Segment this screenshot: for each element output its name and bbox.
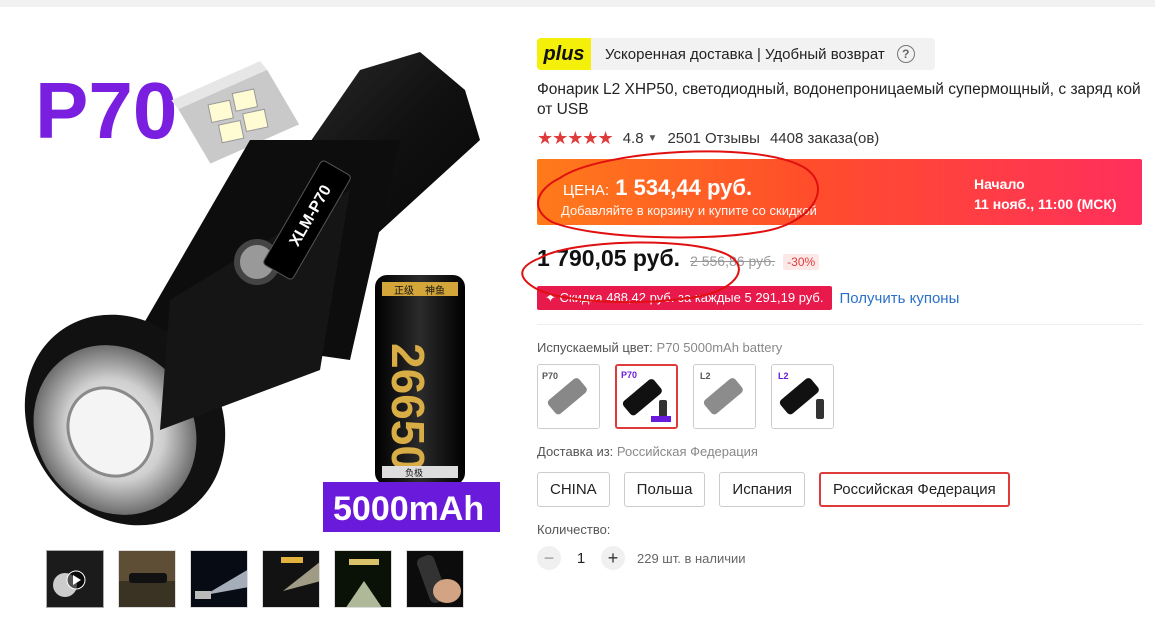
ship-option-china[interactable]: CHINA [537,472,610,507]
promo-start-date: 11 нояб., 11:00 (МСК) [974,196,1117,212]
promo-start-label: Начало [974,176,1025,192]
thumb-video[interactable] [46,550,104,608]
chevron-down-icon[interactable]: ▼ [648,133,658,144]
shipping-value: Российская Федерация [616,444,758,459]
color-option-p70-black[interactable]: P70 [615,364,678,429]
color-label: Испускаемый цвет: [537,340,653,355]
quantity-stepper: − 1 + 229 шт. в наличии [537,546,1142,570]
plus-badge: plus [537,38,591,70]
quantity-label: Количество: [537,522,611,537]
coupon-badge: ✦ Скидка 488,42 руб. за каждые 5 291,19 … [537,286,832,310]
shipping-label: Доставка из: [537,444,614,459]
promo-banner: ЦЕНА: 1 534,44 руб. Добавляйте в корзину… [537,159,1142,225]
ship-option-russia[interactable]: Российская Федерация [818,472,1010,507]
discount-badge: -30% [783,254,820,270]
rating-row: ★★★★★ 4.8 ▼ 2501 Отзывы 4408 заказа(ов) [537,128,1142,149]
color-option-p70-grey[interactable]: P70 [537,364,600,429]
product-title: Фонарик L2 XHP50, светодиодный, водонепр… [537,81,1141,118]
promo-note: Добавляйте в корзину и купите со скидкой [561,203,817,218]
color-option-label: L2 [778,371,789,381]
thumb-lumen[interactable] [262,550,320,608]
quantity-value[interactable]: 1 [561,550,601,567]
divider [537,324,1142,325]
get-coupons-link[interactable]: Получить купоны [840,290,960,307]
ship-option-spain[interactable]: Испания [719,472,805,507]
help-icon[interactable]: ? [896,45,915,63]
shipping-label-row: Доставка из: Российская Федерация [537,444,1142,459]
thumb-outdoor[interactable] [118,550,176,608]
top-divider [0,0,1155,7]
promo-price: 1 534,44 руб. [615,175,753,200]
color-option-label: P70 [621,370,637,380]
rating-value[interactable]: 4.8 [623,130,644,147]
reviews-link[interactable]: 2501 Отзывы [667,130,759,147]
plus-text: Ускоренная доставка | Удобный возврат [605,45,885,63]
color-value: P70 5000mAh battery [656,340,783,355]
current-price: 1 790,05 руб. [537,245,681,271]
color-options: P70 P70 L2 L2 [537,364,1142,429]
quantity-plus-button[interactable]: + [601,546,625,570]
battery-brand: 神鱼 [425,284,445,297]
battery-tag-bottom: 负极 [405,467,423,479]
thumbnail-strip [46,550,464,608]
model-label: P70 [35,66,177,155]
quantity-minus-button[interactable]: − [537,546,561,570]
stock-count: 229 шт. в наличии [637,550,746,566]
shipping-options: CHINA Польша Испания Российская Федераци… [537,472,1142,507]
thumb-light-scene[interactable] [334,550,392,608]
color-option-label: P70 [542,371,558,381]
battery-icon: 正级 神鱼 26650 负极 [375,275,465,485]
old-price: 2 556,86 руб. [690,253,776,269]
star-rating-icon: ★★★★★ [537,128,614,148]
main-product-image[interactable]: P70 XLM-P70 正级 神鱼 26650 负极 5000mAh [20,30,520,540]
color-option-l2-black[interactable]: L2 [771,364,834,429]
battery-text: 26650 [382,343,434,471]
color-option-l2-grey[interactable]: L2 [693,364,756,429]
promo-price-label: ЦЕНА: [563,182,610,199]
thumb-hand[interactable] [406,550,464,608]
thumb-night-beam[interactable] [190,550,248,608]
color-option-label: L2 [700,371,711,381]
color-label-row: Испускаемый цвет: P70 5000mAh battery [537,340,1142,355]
promo-start: Начало 11 нояб., 11:00 (МСК) [974,174,1117,214]
ship-option-poland[interactable]: Польша [623,472,706,507]
product-info-panel: plus Ускоренная доставка | Удобный возвр… [537,38,1142,570]
promo-price-block: ЦЕНА: 1 534,44 руб. [563,175,752,201]
price-row: 1 790,05 руб. 2 556,86 руб. -30% [537,245,1142,272]
capacity-label: 5000mAh [333,490,484,528]
plus-banner[interactable]: plus Ускоренная доставка | Удобный возвр… [537,38,935,70]
battery-tag-top: 正级 [394,285,414,297]
coupon-row: ✦ Скидка 488,42 руб. за каждые 5 291,19 … [537,286,1142,310]
orders-count: 4408 заказа(ов) [769,130,880,147]
